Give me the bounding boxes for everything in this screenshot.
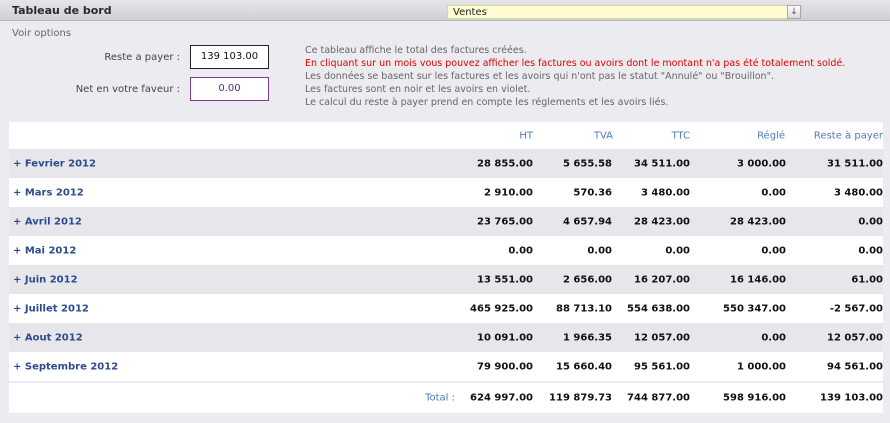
cell-tva: 88 713.10 [556,303,612,314]
table-header: HT TVA TTC Réglé Reste à payer [9,122,883,149]
cell-ttc: 16 207.00 [634,274,690,285]
col-header-ht: HT [519,130,533,141]
view-select-value: Ventes [453,7,487,18]
cell-ttc: 554 638.00 [627,303,690,314]
cell-ttc: 28 423.00 [634,216,690,227]
table-row: + Mai 2012 0.00 0.00 0.00 0.00 0.00 [9,236,883,265]
cell-regle: 28 423.00 [730,216,786,227]
month-toggle-link[interactable]: + Aout 2012 [13,332,83,343]
info-line-warning: En cliquant sur un mois vous pouvez affi… [305,58,846,69]
cell-ht: 13 551.00 [477,274,533,285]
cell-reste: 0.00 [858,245,883,256]
invoice-table: HT TVA TTC Réglé Reste à payer + Fevrier… [9,122,883,413]
cell-ttc: 95 561.00 [634,361,690,372]
cell-regle: 0.00 [761,187,786,198]
cell-reste: -2 567.00 [829,303,883,314]
cell-ttc: 34 511.00 [634,158,690,169]
dashboard-header: Tableau de bord Ventes ↓ [0,0,890,21]
col-header-regle: Réglé [757,130,785,141]
month-toggle-link[interactable]: + Mai 2012 [13,245,76,256]
cell-tva: 570.36 [573,187,612,198]
cell-regle: 0.00 [761,332,786,343]
month-toggle-link[interactable]: + Juillet 2012 [13,303,89,314]
cell-regle: 3 000.00 [736,158,786,169]
total-ttc: 744 877.00 [627,392,690,404]
info-line: Les données se basent sur les factures e… [305,71,774,82]
month-toggle-link[interactable]: + Fevrier 2012 [13,158,96,169]
info-line: Les factures sont en noir et les avoirs … [305,84,531,95]
cell-tva: 15 660.40 [556,361,612,372]
cell-regle: 1 000.00 [736,361,786,372]
table-total-row: Total : 624 997.00 119 879.73 744 877.00… [9,383,883,413]
cell-regle: 0.00 [761,245,786,256]
cell-reste: 0.00 [858,216,883,227]
cell-ht: 23 765.00 [477,216,533,227]
total-ht: 624 997.00 [470,392,533,404]
col-header-ttc: TTC [671,130,690,141]
cell-tva: 5 655.58 [562,158,612,169]
table-row: + Aout 2012 10 091.00 1 966.35 12 057.00 0.0… [9,323,883,352]
cell-ht: 0.00 [508,245,533,256]
total-reste: 139 103.00 [820,392,883,404]
cell-regle: 16 146.00 [730,274,786,285]
total-regle: 598 916.00 [723,392,786,404]
table-row: + Septembre 2012 79 900.00 15 660.40 95 561… [9,352,883,381]
cell-regle: 550 347.00 [723,303,786,314]
cell-tva: 4 657.94 [562,216,612,227]
cell-ht: 10 091.00 [477,332,533,343]
total-tva: 119 879.73 [549,392,612,404]
cell-reste: 61.00 [851,274,883,285]
col-header-reste: Reste à payer [813,130,883,141]
table-row: + Mars 2012 2 910.00 570.36 3 480.00 0.00 3 4… [9,178,883,207]
info-line: Le calcul du reste à payer prend en comp… [305,97,669,108]
net-value-field: 0.00 [190,77,269,101]
cell-ttc: 3 480.00 [640,187,690,198]
cell-reste: 12 057.00 [827,332,883,343]
cell-ht: 28 855.00 [477,158,533,169]
total-label: Total : [425,392,455,404]
table-row: + Avril 2012 23 765.00 4 657.94 28 423.00 28… [9,207,883,236]
chevron-down-icon[interactable]: ↓ [787,5,801,19]
cell-reste: 3 480.00 [833,187,883,198]
month-toggle-link[interactable]: + Mars 2012 [13,187,84,198]
page-title: Tableau de bord [12,4,112,17]
reste-value-field: 139 103.00 [190,45,269,69]
table-row: + Juin 2012 13 551.00 2 656.00 16 207.00 16 … [9,265,883,294]
month-toggle-link[interactable]: + Juin 2012 [13,274,78,285]
voir-options-link[interactable]: Voir options [12,28,71,39]
net-label: Net en votre faveur : [75,84,180,95]
cell-reste: 31 511.00 [827,158,883,169]
month-toggle-link[interactable]: + Avril 2012 [13,216,82,227]
cell-reste: 94 561.00 [827,361,883,372]
cell-ht: 79 900.00 [477,361,533,372]
cell-ht: 2 910.00 [483,187,533,198]
col-header-tva: TVA [593,130,613,141]
month-toggle-link[interactable]: + Septembre 2012 [13,361,118,372]
table-row: + Juillet 2012 465 925.00 88 713.10 554 638… [9,294,883,323]
cell-tva: 2 656.00 [562,274,612,285]
cell-tva: 0.00 [587,245,612,256]
cell-ttc: 0.00 [665,245,690,256]
table-row: + Fevrier 2012 28 855.00 5 655.58 34 511.00… [9,149,883,178]
info-line: Ce tableau affiche le total des factures… [305,45,527,56]
cell-tva: 1 966.35 [562,332,612,343]
reste-label: Reste a payer : [104,52,180,63]
cell-ttc: 12 057.00 [634,332,690,343]
cell-ht: 465 925.00 [470,303,533,314]
view-select[interactable]: Ventes ↓ [447,5,802,19]
